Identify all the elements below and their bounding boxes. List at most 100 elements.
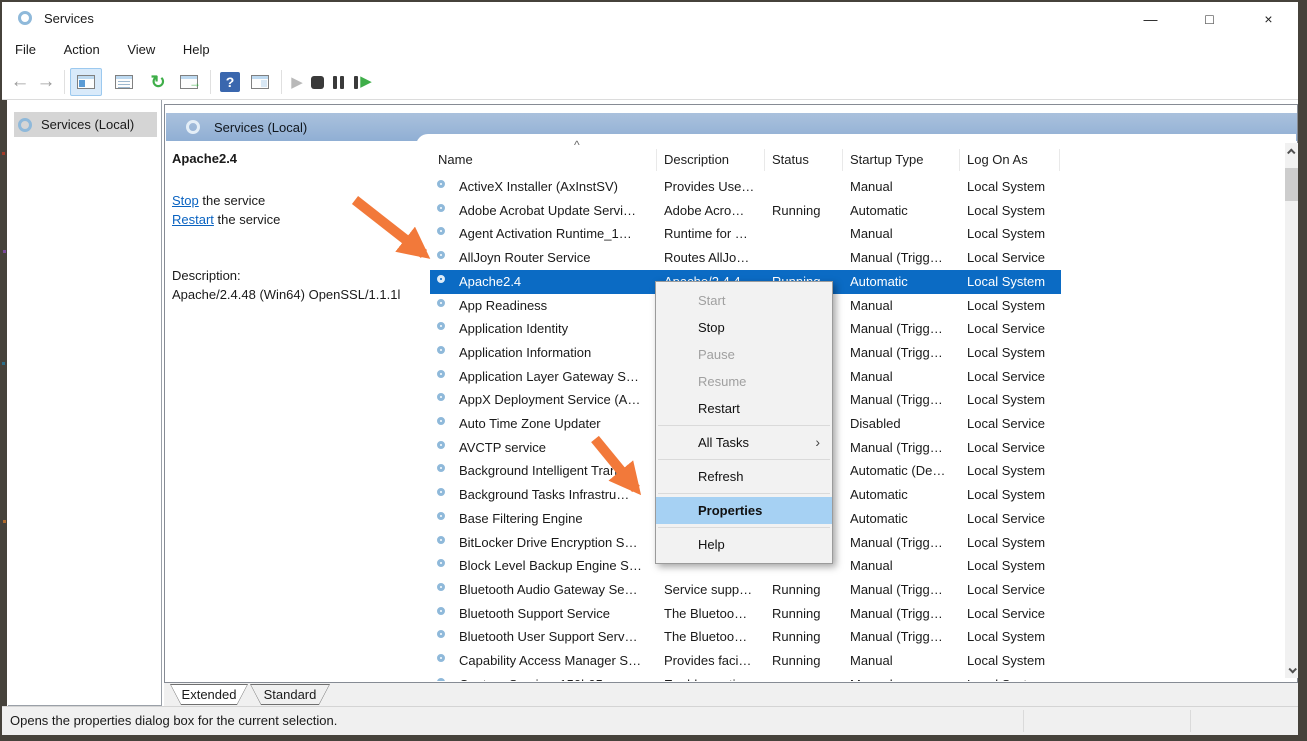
stop-service-icon	[311, 76, 324, 89]
context-menu-item-refresh[interactable]: Refresh	[656, 463, 832, 490]
cell-startup: Manual (Trigg…	[850, 341, 962, 365]
pause-service-button[interactable]	[327, 68, 349, 96]
service-row[interactable]: AllJoyn Router ServiceRoutes AllJo…Manua…	[430, 246, 1061, 270]
vertical-scrollbar[interactable]	[1285, 143, 1298, 678]
cell-status: Running	[772, 649, 846, 673]
desktop-background: Services — □ × File Action View Help ← →	[0, 0, 1307, 741]
column-header-status[interactable]: Status	[772, 146, 809, 173]
column-divider[interactable]	[764, 149, 765, 171]
context-menu-item-all-tasks[interactable]: All Tasks›	[656, 429, 832, 456]
menu-help[interactable]: Help	[172, 38, 221, 61]
status-bar: Opens the properties dialog box for the …	[2, 706, 1298, 735]
desktop-edge-strip	[2, 100, 7, 706]
column-header-name[interactable]: Name	[438, 146, 473, 173]
cell-name: Capability Access Manager S…	[459, 649, 659, 673]
service-gear-icon	[437, 559, 445, 567]
cell-startup: Manual (Trigg…	[850, 602, 962, 626]
service-row[interactable]: Bluetooth User Support Serv…The Bluetoo……	[430, 625, 1061, 649]
show-console-tree-button[interactable]	[70, 68, 102, 96]
service-gear-icon	[437, 630, 445, 638]
stop-service-link[interactable]: Stop	[172, 193, 199, 208]
context-menu-item-stop[interactable]: Stop	[656, 314, 832, 341]
chevron-down-icon	[1288, 665, 1296, 673]
cell-logon: Local System	[967, 175, 1061, 199]
context-menu-item-pause: Pause	[656, 341, 832, 368]
service-row[interactable]: Bluetooth Support ServiceThe Bluetoo…Run…	[430, 602, 1061, 626]
stop-service-button[interactable]	[306, 68, 328, 96]
service-gear-icon	[437, 370, 445, 378]
minimize-button[interactable]: —	[1121, 2, 1180, 38]
cell-name: Adobe Acrobat Update Servi…	[459, 199, 659, 223]
start-service-button[interactable]: ▶	[286, 68, 308, 96]
services-app-icon	[18, 11, 32, 30]
service-row[interactable]: Capture Service_150b05…Enables optio…Man…	[430, 673, 1061, 681]
cell-startup: Manual	[850, 365, 962, 389]
cell-desc: Enables optio…	[664, 673, 768, 681]
column-header-description[interactable]: Description	[664, 146, 729, 173]
menu-file[interactable]: File	[4, 38, 47, 61]
service-context-menu: StartStopPauseResumeRestart All Tasks› Ref…	[655, 281, 833, 564]
cell-startup: Automatic	[850, 507, 962, 531]
scroll-up-button[interactable]	[1285, 143, 1298, 160]
help-toolbar-button[interactable]: ?	[216, 68, 244, 96]
column-header-log-on-as[interactable]: Log On As	[967, 146, 1028, 173]
scroll-down-button[interactable]	[1285, 661, 1298, 678]
maximize-button[interactable]: □	[1180, 2, 1239, 38]
window-controls: — □ ×	[1121, 2, 1298, 38]
cell-startup: Automatic	[850, 270, 962, 294]
restart-service-icon: ▶	[354, 75, 372, 89]
column-divider[interactable]	[959, 149, 960, 171]
cell-status: Running	[772, 578, 846, 602]
column-divider[interactable]	[1059, 149, 1060, 171]
service-row[interactable]: Capability Access Manager S…Provides fac…	[430, 649, 1061, 673]
service-gear-icon	[437, 464, 445, 472]
context-menu-item-start: Start	[656, 287, 832, 314]
cell-startup: Manual (Trigg…	[850, 578, 962, 602]
selected-service-name: Apache2.4	[172, 151, 237, 166]
service-gear-icon	[437, 607, 445, 615]
service-row[interactable]: Bluetooth Audio Gateway Se…Service supp……	[430, 578, 1061, 602]
cell-startup: Manual (Trigg…	[850, 388, 962, 412]
show-action-pane-button[interactable]	[244, 68, 276, 96]
properties-toolbar-button[interactable]	[108, 68, 140, 96]
tree-item-services-local[interactable]: Services (Local)	[14, 112, 157, 137]
cell-name: AVCTP service	[459, 436, 659, 460]
restart-service-link[interactable]: Restart	[172, 212, 214, 227]
service-gear-icon	[437, 393, 445, 401]
context-menu-item-help[interactable]: Help	[656, 531, 832, 558]
service-gear-icon	[437, 441, 445, 449]
cell-name: Bluetooth User Support Serv…	[459, 625, 659, 649]
sort-ascending-icon: ^	[574, 138, 580, 152]
restart-service-button[interactable]: ▶	[349, 68, 377, 96]
cell-logon: Local System	[967, 531, 1061, 555]
toolbar-separator	[210, 70, 211, 94]
cell-logon: Local System	[967, 294, 1061, 318]
column-divider[interactable]	[656, 149, 657, 171]
scrollbar-thumb[interactable]	[1285, 168, 1298, 201]
export-list-button[interactable]: →	[173, 68, 205, 96]
refresh-toolbar-button[interactable]: ↻	[143, 68, 173, 96]
context-menu-item-restart[interactable]: Restart	[656, 395, 832, 422]
service-row[interactable]: ActiveX Installer (AxInstSV)Provides Use…	[430, 175, 1061, 199]
tab-extended[interactable]: Extended	[170, 684, 248, 705]
service-row[interactable]: Adobe Acrobat Update Servi…Adobe Acro…Ru…	[430, 199, 1061, 223]
menu-view[interactable]: View	[116, 38, 166, 61]
close-button[interactable]: ×	[1239, 2, 1298, 38]
cell-logon: Local System	[967, 554, 1061, 578]
menu-action[interactable]: Action	[53, 38, 111, 61]
context-menu-item-properties[interactable]: Properties	[656, 497, 832, 524]
column-header-startup-type[interactable]: Startup Type	[850, 146, 923, 173]
cell-name: Background Tasks Infrastru…	[459, 483, 659, 507]
column-divider[interactable]	[842, 149, 843, 171]
back-button[interactable]: ←	[7, 68, 33, 96]
context-menu-item-resume: Resume	[656, 368, 832, 395]
services-node-icon	[18, 118, 32, 132]
service-row[interactable]: Agent Activation Runtime_1…Runtime for ……	[430, 222, 1061, 246]
cell-name: Bluetooth Audio Gateway Se…	[459, 578, 659, 602]
tab-standard[interactable]: Standard	[250, 684, 330, 705]
cell-desc: The Bluetoo…	[664, 602, 768, 626]
forward-button[interactable]: →	[33, 68, 59, 96]
properties-icon	[115, 75, 133, 89]
cell-desc: The Bluetoo…	[664, 625, 768, 649]
cell-startup: Automatic (De…	[850, 459, 962, 483]
